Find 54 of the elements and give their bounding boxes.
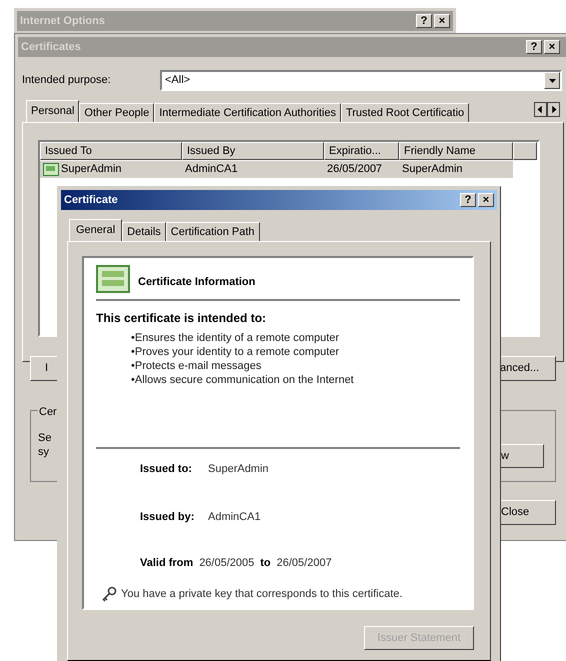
help-button[interactable]: ? [460, 193, 476, 207]
field-label: Valid from [140, 556, 194, 571]
field-label: to [260, 556, 271, 571]
column-header[interactable]: Issued To [40, 142, 182, 160]
window-title: Internet Options [20, 14, 105, 29]
help-button[interactable]: ? [416, 14, 432, 28]
window-title: Certificates [21, 40, 81, 55]
key-icon [101, 586, 117, 602]
help-button[interactable]: ? [526, 40, 542, 54]
field-label: Issued to: [140, 462, 193, 477]
tab[interactable]: Certification Path [166, 222, 260, 241]
view-button[interactable]: w [500, 444, 544, 468]
tab[interactable]: Intermediate Certification Authorities [154, 103, 341, 122]
window-title: Certificate [64, 192, 118, 208]
list-row[interactable]: SuperAdmin AdminCA1 26/05/2007 SuperAdmin [40, 161, 513, 178]
section-heading: This certificate is intended to: [96, 310, 268, 327]
column-header[interactable]: Expiratio... [324, 142, 399, 160]
field-label: Issued by: [140, 510, 196, 524]
purpose-text: •Ensures the identity of a remote computer [131, 331, 340, 345]
tab[interactable]: Trusted Root Certificatio [340, 103, 470, 122]
field-value: SuperAdmin [208, 462, 269, 477]
purpose-text: •Allows secure communication on the Internet [131, 373, 355, 387]
field-value: 26/05/2007 [276, 556, 332, 571]
certificate-icon [96, 265, 130, 293]
close-button[interactable]: × [544, 40, 560, 54]
tab[interactable]: Other People [79, 103, 154, 122]
import-button[interactable]: I [30, 356, 57, 381]
tab[interactable]: Details [122, 222, 166, 241]
field-label: Intended purpose: [22, 73, 112, 88]
table-cell-text: SuperAdmin [61, 162, 122, 178]
purpose-text: •Proves your identity to a remote computer [131, 345, 340, 359]
tab[interactable]: Personal [26, 100, 80, 122]
column-header[interactable]: Issued By [182, 142, 324, 160]
table-cell-text: AdminCA1 [185, 162, 238, 178]
purpose-text: •Protects e-mail messages [131, 359, 262, 373]
dropdown-arrow-icon [548, 78, 556, 82]
advanced-button[interactable]: anced... [500, 356, 556, 381]
field-value: AdminCA1 [208, 510, 261, 524]
close-button[interactable]: × [478, 193, 494, 207]
section-heading: Certificate Information [138, 274, 256, 290]
group-text: Se [38, 431, 52, 446]
certificate-icon [43, 163, 59, 176]
close-button[interactable]: × [434, 14, 450, 28]
scroll-left-icon [534, 102, 547, 117]
table-cell-text: SuperAdmin [402, 162, 463, 178]
group-text: sy [38, 445, 49, 460]
scroll-right-icon [547, 102, 560, 117]
note-text: You have a private key that corresponds to this certificate. [121, 586, 402, 602]
dropdown-field[interactable]: <All> [160, 70, 562, 91]
column-header[interactable]: Friendly Name [399, 142, 513, 160]
field-value: 26/05/2005 [199, 556, 254, 571]
tab[interactable]: General [69, 219, 122, 241]
close-button[interactable]: Close [500, 500, 556, 525]
table-cell-text: 26/05/2007 [327, 162, 382, 178]
